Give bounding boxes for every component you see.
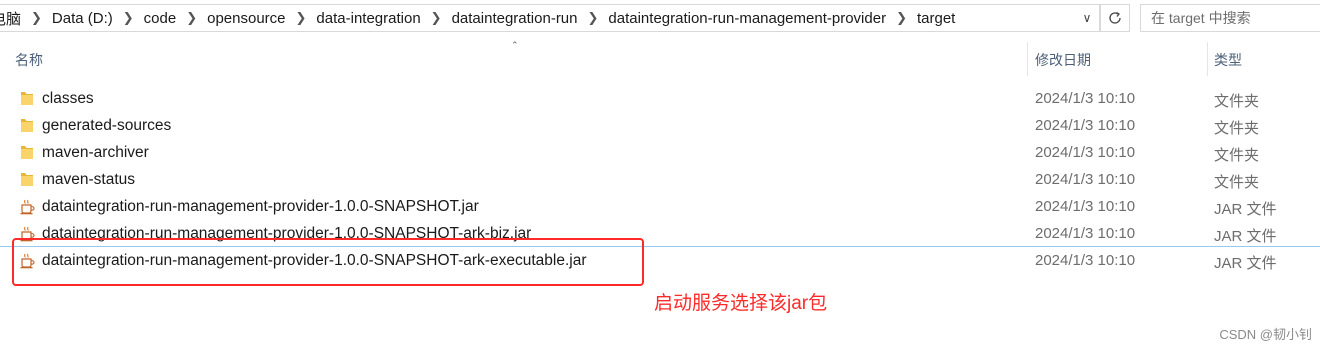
search-box[interactable] [1140, 4, 1320, 32]
file-row[interactable]: classes 2024/1/3 10:10 文件夹 [0, 85, 1320, 112]
search-input[interactable] [1149, 9, 1313, 27]
chevron-right-icon[interactable]: ❯ [894, 10, 909, 26]
file-name: maven-status [42, 171, 136, 188]
breadcrumb-item[interactable]: dataintegration-run-management-provider [600, 10, 894, 27]
breadcrumb-item[interactable]: code [136, 10, 185, 27]
watermark: CSDN @韧小钊 [1219, 327, 1312, 342]
column-header [0, 40, 1320, 78]
file-modified-date: 2024/1/3 10:10 [1035, 171, 1136, 188]
folder-icon [18, 144, 36, 161]
folder-icon [18, 90, 36, 107]
chevron-right-icon[interactable]: ❯ [184, 10, 199, 26]
column-divider[interactable] [1207, 42, 1208, 76]
file-modified-date: 2024/1/3 10:10 [1035, 117, 1136, 134]
address-bar[interactable]: 电脑 ❯ Data (D:) ❯ code ❯ opensource ❯ dat… [0, 4, 1100, 32]
folder-icon [18, 171, 36, 188]
file-type: 文件夹 [1214, 120, 1260, 137]
chevron-right-icon[interactable]: ❯ [29, 10, 44, 26]
chevron-right-icon[interactable]: ❯ [429, 10, 444, 26]
sort-ascending-icon: ⌃ [511, 40, 519, 50]
navigation-bar: 电脑 ❯ Data (D:) ❯ code ❯ opensource ❯ dat… [0, 0, 1320, 37]
annotation-text: 启动服务选择该jar包 [654, 293, 828, 314]
chevron-right-icon[interactable]: ❯ [294, 10, 309, 26]
chevron-down-icon: ∨ [1082, 11, 1092, 25]
file-type: JAR 文件 [1214, 228, 1277, 245]
file-modified-date: 2024/1/3 10:10 [1035, 90, 1136, 107]
file-name: dataintegration-run-management-provider-… [42, 198, 479, 215]
file-type: 文件夹 [1214, 93, 1260, 110]
jar-icon [18, 198, 36, 215]
file-name: classes [42, 90, 94, 107]
breadcrumb-item[interactable]: data-integration [308, 10, 428, 27]
folder-icon [18, 117, 36, 134]
file-modified-date: 2024/1/3 10:10 [1035, 252, 1136, 269]
file-row[interactable]: generated-sources 2024/1/3 10:10 文件夹 [0, 112, 1320, 139]
address-history-dropdown[interactable]: ∨ [1075, 5, 1099, 31]
file-modified-date: 2024/1/3 10:10 [1035, 198, 1136, 215]
file-type: JAR 文件 [1214, 255, 1277, 272]
column-header-type[interactable]: 类型 [1214, 50, 1242, 70]
file-row[interactable]: maven-status 2024/1/3 10:10 文件夹 [0, 166, 1320, 193]
file-row[interactable]: maven-archiver 2024/1/3 10:10 文件夹 [0, 139, 1320, 166]
file-name: maven-archiver [42, 144, 149, 161]
chevron-right-icon[interactable]: ❯ [121, 10, 136, 26]
refresh-icon [1109, 11, 1121, 24]
file-type: JAR 文件 [1214, 201, 1277, 218]
column-divider[interactable] [1027, 42, 1028, 76]
highlight-box [12, 238, 644, 286]
file-modified-date: 2024/1/3 10:10 [1035, 144, 1136, 161]
chevron-right-icon[interactable]: ❯ [586, 10, 601, 26]
file-name: generated-sources [42, 117, 172, 134]
breadcrumb-item[interactable]: target [909, 10, 963, 27]
column-header-name[interactable]: 名称 [15, 50, 43, 70]
column-header-modified[interactable]: 修改日期 [1035, 50, 1091, 70]
breadcrumb-item[interactable]: dataintegration-run [444, 10, 586, 27]
file-type: 文件夹 [1214, 174, 1260, 191]
file-type: 文件夹 [1214, 147, 1260, 164]
refresh-button[interactable] [1100, 4, 1130, 32]
breadcrumb-item[interactable]: 电脑 [0, 8, 29, 29]
file-row[interactable]: dataintegration-run-management-provider-… [0, 193, 1320, 220]
breadcrumb-item[interactable]: opensource [199, 10, 293, 27]
file-modified-date: 2024/1/3 10:10 [1035, 225, 1136, 242]
breadcrumb-item[interactable]: Data (D:) [44, 10, 121, 27]
